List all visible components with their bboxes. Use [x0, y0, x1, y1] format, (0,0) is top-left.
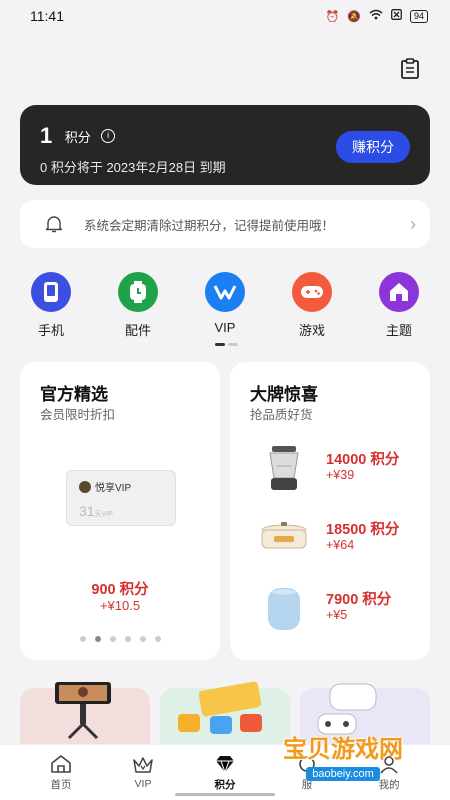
clipboard-icon: [401, 58, 419, 79]
brand-product-2[interactable]: 18500 积分 +¥64: [250, 514, 420, 564]
nav-label: 积分: [214, 778, 236, 791]
category-row: 手机 配件 VIP 游戏 主题: [14, 272, 436, 339]
points-record-button[interactable]: [398, 57, 422, 81]
wifi-icon: [369, 9, 383, 23]
site-watermark: 宝贝游戏网 baobeiy.com: [268, 729, 418, 782]
status-icons: ⏰ 🔕 94: [326, 9, 428, 23]
battery-indicator: 94: [409, 9, 428, 23]
category-label: VIP: [214, 320, 236, 335]
chevron-right-icon: ›: [410, 213, 416, 234]
product-cash: +¥39: [326, 468, 355, 482]
accessory-icon: [118, 272, 158, 312]
brand-product-3[interactable]: 7900 积分 +¥5: [250, 584, 420, 634]
app-tiles-icon: [178, 681, 262, 734]
points-card: 1 积分 i 0 积分将于 2023年2月28日 到期 赚积分: [20, 105, 430, 185]
status-time: 11:41: [30, 8, 64, 24]
alarm-icon: ⏰: [325, 10, 340, 23]
nav-home[interactable]: 首页: [22, 754, 100, 792]
vip-icon: [205, 272, 245, 312]
category-accessory[interactable]: 配件: [101, 272, 175, 339]
earn-points-button[interactable]: 赚积分: [336, 131, 410, 163]
crown-icon: [133, 757, 153, 773]
nav-label: VIP: [134, 778, 152, 790]
category-vip[interactable]: VIP: [188, 272, 262, 339]
category-game[interactable]: 游戏: [275, 272, 349, 339]
carousel-indicator: [80, 636, 161, 642]
vip-card-logo: 悦享VIP: [79, 479, 131, 494]
category-label: 游戏: [298, 323, 325, 338]
product-cash: +¥64: [326, 538, 355, 552]
product-price: 14000 积分: [326, 452, 400, 468]
carousel-dot: [125, 636, 131, 642]
vip-logo-text: 悦享VIP: [95, 483, 132, 494]
carousel-dot: [155, 636, 161, 642]
home-icon: [51, 754, 71, 773]
product-price: 18500 积分: [326, 522, 400, 538]
mute-icon: 🔕: [347, 10, 361, 23]
cooker-icon: [261, 522, 307, 549]
expiry-notice-bar[interactable]: 系统会定期清除过期积分，记得提前使用哦！ ›: [20, 200, 430, 248]
panel-subtitle: 抢品质好货: [250, 408, 313, 422]
category-label: 手机: [37, 323, 64, 338]
product-price: 900 积分: [91, 582, 149, 598]
product-cash: +¥10.5: [99, 598, 141, 613]
nav-vip[interactable]: VIP: [104, 755, 182, 790]
category-page-indicator: [215, 343, 238, 346]
brand-product-1[interactable]: 14000 积分 +¥39: [250, 444, 420, 494]
category-theme[interactable]: 主题: [362, 272, 436, 339]
panel-subtitle: 会员限时折扣: [40, 408, 116, 422]
vip-days-unit: 天VIP: [94, 511, 113, 518]
phone-stand-icon: [55, 682, 111, 740]
gamepad-icon: [292, 272, 332, 312]
nav-points[interactable]: 积分: [186, 754, 264, 792]
official-selection-panel[interactable]: 官方精选 会员限时折扣 悦享VIP 31天VIP 900 积分 +¥10.5: [20, 362, 220, 660]
carousel-dot: [80, 636, 86, 642]
carousel-dot: [140, 636, 146, 642]
nav-label: 首页: [50, 778, 72, 791]
carousel-dot-active: [95, 636, 101, 642]
product-price: 7900 积分: [326, 592, 392, 608]
home-theme-icon: [379, 272, 419, 312]
watermark-main: 宝贝游戏网: [283, 736, 403, 763]
category-label: 主题: [385, 323, 412, 338]
panel-title: 官方精选: [40, 385, 108, 404]
panel-title: 大牌惊喜: [250, 385, 318, 404]
vip-logo-icon: [79, 480, 91, 493]
sim-off-icon: [391, 9, 402, 23]
points-label: 积分: [64, 129, 91, 145]
carousel-dot: [110, 636, 116, 642]
phone-icon: [31, 272, 71, 312]
humidifier-icon: [268, 588, 300, 630]
bell-icon: [45, 216, 63, 233]
page-dot: [228, 343, 238, 346]
notice-text: 系统会定期清除过期积分，记得提前使用哦！: [84, 218, 335, 233]
brand-surprise-panel: 大牌惊喜 抢品质好货 14000 积分 +¥39 18500 积分 +¥64 7…: [230, 362, 430, 660]
home-indicator: [175, 793, 275, 796]
category-label: 配件: [124, 323, 151, 338]
vip-days-number: 31: [79, 503, 95, 519]
product-cash: +¥5: [326, 608, 348, 622]
points-balance: 1: [40, 123, 53, 148]
category-phone[interactable]: 手机: [14, 272, 88, 339]
vip-card-days: 31天VIP: [79, 503, 113, 519]
blender-icon: [269, 446, 299, 490]
diamond-icon: [216, 755, 234, 773]
status-bar: 11:41 ⏰ 🔕 94: [0, 0, 450, 32]
vip-card-image: 悦享VIP 31天VIP: [66, 470, 176, 526]
info-icon[interactable]: i: [101, 129, 116, 143]
page-dot-active: [215, 343, 225, 346]
watermark-url: baobeiy.com: [306, 767, 380, 781]
